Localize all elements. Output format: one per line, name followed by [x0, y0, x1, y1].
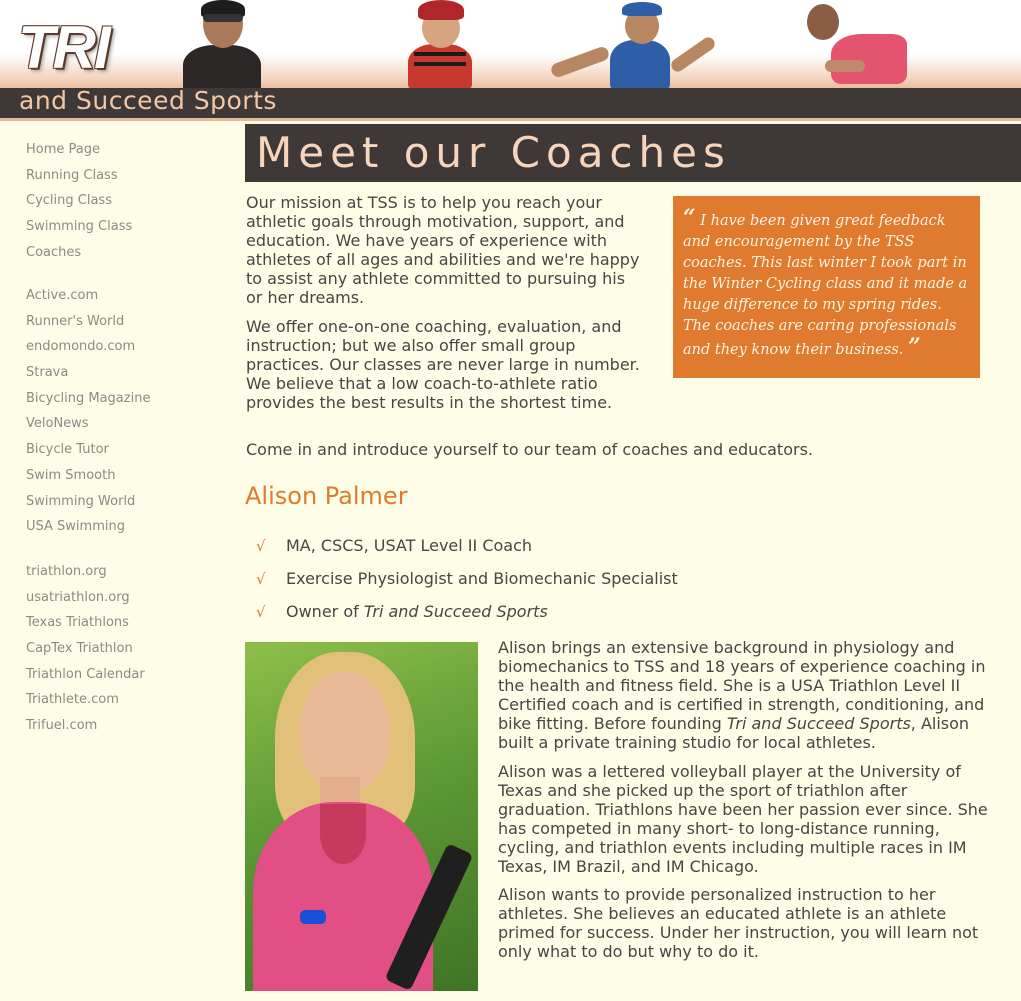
- nav-link-coaches[interactable]: Coaches: [26, 240, 132, 266]
- intro-paragraph-3: Come in and introduce yourself to our te…: [246, 440, 813, 459]
- intro-paragraph-1: Our mission at TSS is to help you reach …: [246, 193, 640, 307]
- credential-item: √ Exercise Physiologist and Biomechanic S…: [256, 567, 678, 600]
- nav-link-swim-smooth[interactable]: Swim Smooth: [26, 463, 150, 489]
- coach-photo: [245, 642, 478, 991]
- nav-link-triathlon-org[interactable]: triathlon.org: [26, 559, 145, 585]
- nav-link-swimming-world[interactable]: Swimming World: [26, 489, 150, 515]
- credential-text: MA, CSCS, USAT Level II Coach: [286, 536, 533, 555]
- logo-tagline: and Succeed Sports: [19, 86, 277, 115]
- testimonial-quote: “ I have been given great feedback and e…: [673, 196, 980, 378]
- bio-paragraph-1: Alison brings an extensive background in…: [498, 638, 993, 752]
- nav-group-site: Home Page Running Class Cycling Class Sw…: [26, 137, 132, 265]
- nav-link-bicycling-magazine[interactable]: Bicycling Magazine: [26, 386, 150, 412]
- intro-paragraph-2: We offer one-on-one coaching, evaluation…: [246, 317, 640, 412]
- nav-link-trifuel[interactable]: Trifuel.com: [26, 713, 145, 739]
- company-name: Tri and Succeed Sports: [726, 714, 911, 733]
- testimonial-text: I have been given great feedback and enc…: [683, 213, 968, 358]
- credentials-list: √ MA, CSCS, USAT Level II Coach √ Exercise…: [256, 534, 678, 633]
- nav-link-texas-triathlons[interactable]: Texas Triathlons: [26, 610, 145, 636]
- nav-link-bicycle-tutor[interactable]: Bicycle Tutor: [26, 437, 150, 463]
- check-icon: √: [256, 603, 266, 621]
- sidebar-nav: Home Page Running Class Cycling Class Sw…: [0, 121, 237, 1001]
- check-icon: √: [256, 570, 266, 588]
- nav-link-endomondo[interactable]: endomondo.com: [26, 334, 150, 360]
- credential-text: Exercise Physiologist and Biomechanic Sp…: [286, 569, 678, 588]
- bio-paragraph-3: Alison wants to provide personalized ins…: [498, 885, 979, 961]
- female-athlete-image: [795, 0, 920, 90]
- nav-group-triathlon: triathlon.org usatriathlon.org Texas Tri…: [26, 559, 145, 739]
- site-header: TRI and Succeed Sports: [0, 0, 1021, 121]
- nav-link-swimming-class[interactable]: Swimming Class: [26, 214, 132, 240]
- page-title: Meet our Coaches: [256, 128, 731, 177]
- nav-link-triathlon-calendar[interactable]: Triathlon Calendar: [26, 662, 145, 688]
- nav-link-velonews[interactable]: VeloNews: [26, 411, 150, 437]
- runner-image: [540, 0, 725, 90]
- title-banner: Meet our Coaches: [245, 124, 1021, 182]
- nav-link-cycling-class[interactable]: Cycling Class: [26, 188, 132, 214]
- credential-item: √ Owner of Tri and Succeed Sports: [256, 600, 678, 633]
- nav-link-usa-swimming[interactable]: USA Swimming: [26, 514, 150, 540]
- cyclist-image: [400, 0, 480, 90]
- nav-link-strava[interactable]: Strava: [26, 360, 150, 386]
- bio-paragraph-2: Alison was a lettered volleyball player …: [498, 762, 988, 876]
- coach-name-heading: Alison Palmer: [245, 482, 408, 510]
- nav-link-active[interactable]: Active.com: [26, 283, 150, 309]
- check-icon: √: [256, 537, 266, 555]
- logo[interactable]: TRI: [18, 18, 111, 78]
- nav-link-running-class[interactable]: Running Class: [26, 163, 132, 189]
- close-quote-icon: ”: [907, 334, 921, 360]
- open-quote-icon: “: [683, 205, 696, 231]
- credential-text: Owner of: [286, 602, 364, 621]
- nav-link-home[interactable]: Home Page: [26, 137, 132, 163]
- nav-link-captex-triathlon[interactable]: CapTex Triathlon: [26, 636, 145, 662]
- nav-link-triathlete[interactable]: Triathlete.com: [26, 687, 145, 713]
- nav-link-usatriathlon[interactable]: usatriathlon.org: [26, 585, 145, 611]
- nav-link-runners-world[interactable]: Runner's World: [26, 309, 150, 335]
- nav-group-resources: Active.com Runner's World endomondo.com …: [26, 283, 150, 540]
- swimmer-image: [165, 0, 275, 95]
- credential-item: √ MA, CSCS, USAT Level II Coach: [256, 534, 678, 567]
- company-name: Tri and Succeed Sports: [363, 602, 548, 621]
